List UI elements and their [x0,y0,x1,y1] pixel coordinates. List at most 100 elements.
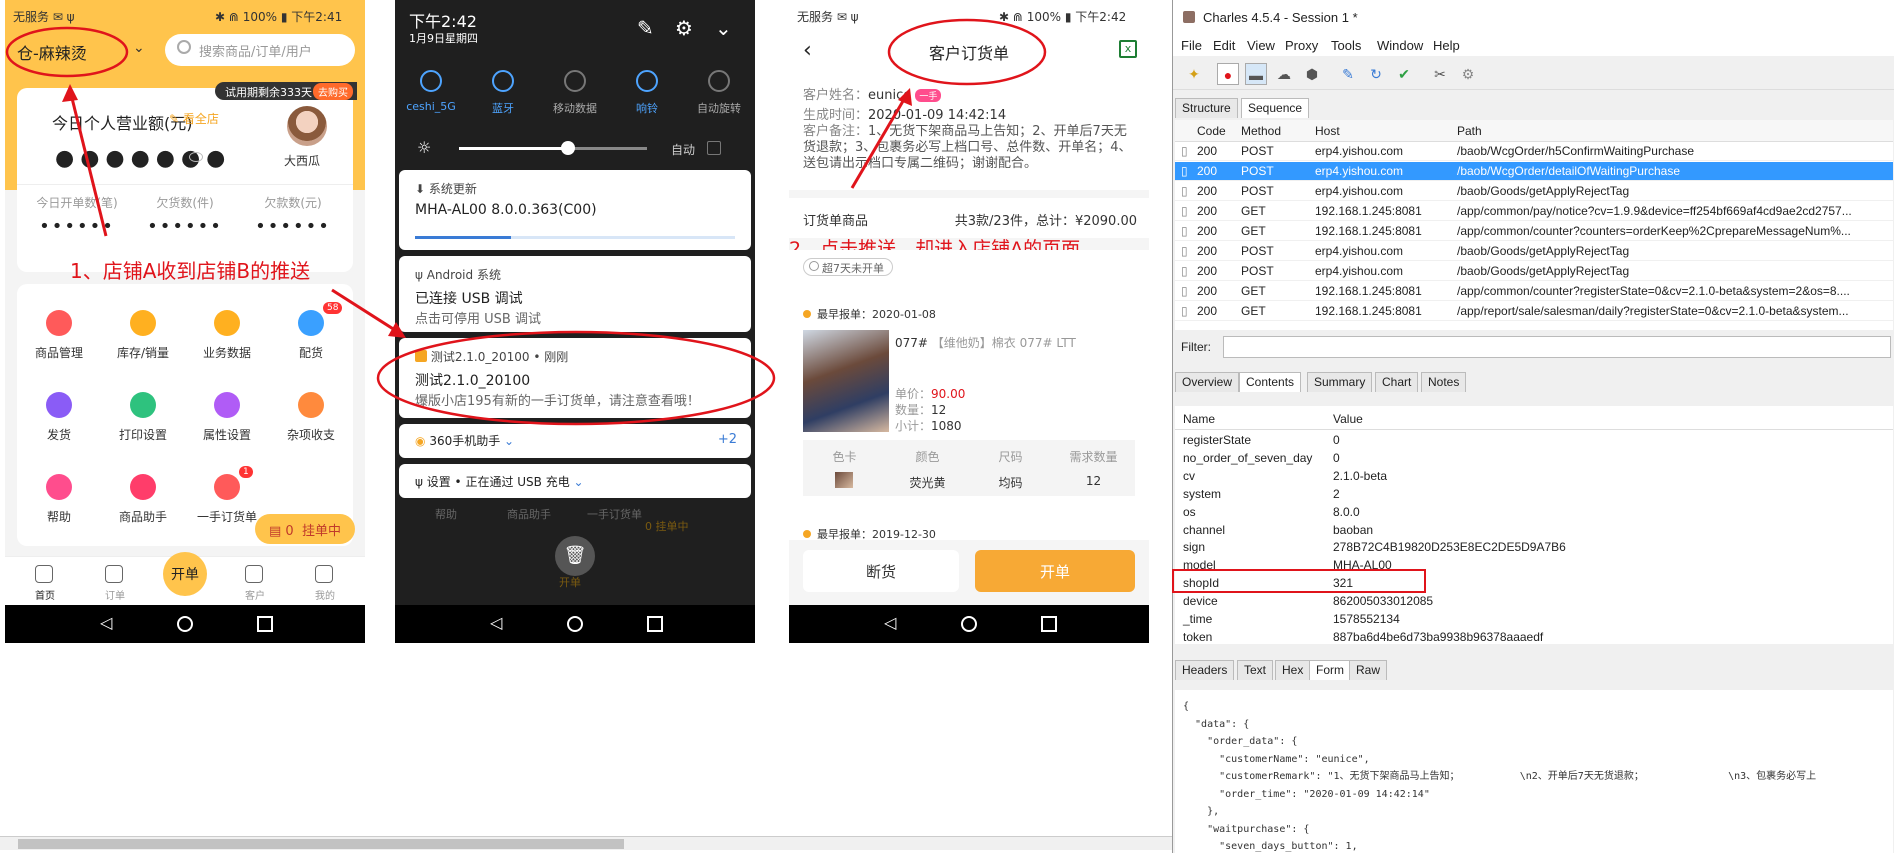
menu-window[interactable]: Window [1377,38,1423,53]
annotation-overlay [5,18,1047,426]
request-path: /baob/WcgOrder/h5ConfirmWaitingPurchase [1457,144,1694,158]
form-param-row[interactable]: device 862005033012085 [1175,593,1893,611]
request-code: 200 [1197,184,1218,198]
scrollbar-thumb[interactable] [18,839,624,849]
col-name[interactable]: Name [1183,412,1215,426]
request-path: /baob/WcgOrder/detailOfWaitingPurchase [1457,164,1680,178]
form-param-row[interactable]: channel baoban [1175,522,1893,540]
request-host: 192.168.1.245:8081 [1315,224,1422,238]
tab-overview[interactable]: Overview [1175,372,1240,392]
col-host[interactable]: Host [1315,124,1340,138]
form-param-row[interactable]: token 887ba6d4be6d73ba9938b96378aaaedf [1175,629,1893,647]
charles-logo-icon [1183,11,1195,23]
form-param-row[interactable]: cv 2.1.0-beta [1175,468,1893,486]
col-method[interactable]: Method [1241,124,1281,138]
request-path: /app/report/sale/salesman/daily?register… [1457,304,1849,318]
request-host: 192.168.1.245:8081 [1315,304,1422,318]
menu-view[interactable]: View [1247,38,1275,53]
tab-hex[interactable]: Hex [1275,660,1311,680]
param-value: 278B72C4B19820D253E8EC2DE5D9A7B6 [1333,540,1566,555]
request-row[interactable]: ▯ 200 GET 192.168.1.245:8081/app/common/cou… [1175,222,1893,241]
pen-icon[interactable]: ✎ [1337,63,1359,85]
request-icon: ▯ [1181,144,1188,158]
request-row[interactable]: ▯ 200 POST erp4.yishou.com/baob/WcgOrder/de… [1175,162,1893,181]
request-path: /app/common/pay/notice?cv=1.9.9&device=f… [1457,204,1852,218]
col-code[interactable]: Code [1197,124,1226,138]
tab-form[interactable]: Form [1309,660,1351,680]
tools-icon[interactable]: ✂ [1429,63,1451,85]
settings-icon[interactable]: ⚙ [1457,63,1479,85]
request-path: /app/common/counter?counters=orderKeep%2… [1457,224,1851,238]
menu-file[interactable]: File [1181,38,1202,53]
request-icon: ▯ [1181,264,1188,278]
tab-sequence[interactable]: Sequence [1241,98,1310,118]
param-name: no_order_of_seven_day [1183,450,1313,465]
request-method: POST [1241,144,1274,158]
form-param-row[interactable]: _time 1578552134 [1175,611,1893,629]
request-host: erp4.yishou.com [1315,164,1404,178]
horizontal-scrollbar[interactable] [0,836,1172,850]
request-host: erp4.yishou.com [1315,184,1404,198]
col-value[interactable]: Value [1333,412,1363,426]
request-code: 200 [1197,244,1218,258]
request-row[interactable]: ▯ 200 GET 192.168.1.245:8081/app/common/pay… [1175,202,1893,221]
menu-tools[interactable]: Tools [1331,38,1361,53]
request-row[interactable]: ▯ 200 GET 192.168.1.245:8081/app/common/cou… [1175,282,1893,301]
request-row[interactable]: ▯ 200 POST erp4.yishou.com/baob/Goods/getAp… [1175,262,1893,281]
param-value: baoban [1333,522,1374,537]
menu-proxy[interactable]: Proxy [1285,38,1318,53]
request-icon: ▯ [1181,284,1188,298]
menu-bar: File Edit View Proxy Tools Window Help [1173,36,1894,56]
json-line: "seven_days_button": 1, [1183,841,1358,852]
param-value: 862005033012085 [1333,594,1434,609]
request-row[interactable]: ▯ 200 POST erp4.yishou.com/baob/WcgOrder/h5… [1175,142,1893,161]
throttle-icon[interactable]: ▬ [1245,63,1267,85]
menu-help[interactable]: Help [1433,38,1460,53]
check-icon[interactable]: ✔ [1393,63,1415,85]
breakpoint-icon[interactable]: ⬢ [1301,63,1323,85]
request-method: POST [1241,244,1274,258]
request-method: POST [1241,184,1274,198]
tab-headers[interactable]: Headers [1175,660,1235,680]
tab-contents[interactable]: Contents [1239,372,1302,392]
tab-chart[interactable]: Chart [1375,372,1419,392]
param-name: sign [1183,540,1206,555]
param-name: _time [1183,612,1213,626]
format-tabs: Headers Text Hex Form Raw [1175,660,1575,680]
param-name: channel [1183,522,1226,537]
window-title: Charles 4.5.4 - Session 1 * [1203,10,1358,25]
request-code: 200 [1197,144,1218,158]
menu-edit[interactable]: Edit [1213,38,1235,53]
broom-icon[interactable]: ✦ [1183,63,1205,85]
record-icon[interactable]: ● [1217,63,1239,85]
request-row[interactable]: ▯ 200 POST erp4.yishou.com/baob/Goods/getAp… [1175,182,1893,201]
col-path[interactable]: Path [1457,124,1482,138]
tab-summary[interactable]: Summary [1307,372,1373,392]
form-param-row[interactable]: sign 278B72C4B19820D253E8EC2DE5D9A7B6 [1175,539,1893,557]
turtle-icon[interactable]: ☁ [1273,63,1295,85]
tab-text[interactable]: Text [1237,660,1274,680]
form-param-row[interactable]: os 8.0.0 [1175,504,1893,522]
response-json-viewer[interactable]: { "data": { "order_data": { "customerNam… [1175,690,1893,853]
tab-structure[interactable]: Structure [1175,98,1238,118]
param-name: token [1183,629,1213,644]
request-method: GET [1241,284,1266,298]
request-host: erp4.yishou.com [1315,144,1404,158]
annotation-ellipse-title [887,18,1047,86]
form-param-row[interactable]: no_order_of_seven_day 0 [1175,450,1893,468]
form-param-row[interactable]: system 2 [1175,486,1893,504]
request-code: 200 [1197,284,1218,298]
form-param-row[interactable]: registerState 0 [1175,432,1893,450]
detail-tabs: Overview Contents Summary Chart Notes [1175,372,1575,392]
request-method: GET [1241,304,1266,318]
annotation-ellipse-notification [376,330,776,426]
refresh-icon[interactable]: ↻ [1365,63,1387,85]
request-row[interactable]: ▯ 200 POST erp4.yishou.com/baob/Goods/getAp… [1175,242,1893,261]
json-line: "data": { [1183,718,1250,730]
request-row[interactable]: ▯ 200 GET 192.168.1.245:8081/app/report/sal… [1175,302,1893,321]
request-path: /baob/Goods/getApplyRejectTag [1457,244,1630,258]
tab-raw[interactable]: Raw [1349,660,1388,680]
filter-input[interactable] [1223,336,1891,358]
param-value: 887ba6d4be6d73ba9938b96378aaaedf [1333,629,1544,644]
tab-notes[interactable]: Notes [1421,372,1467,392]
